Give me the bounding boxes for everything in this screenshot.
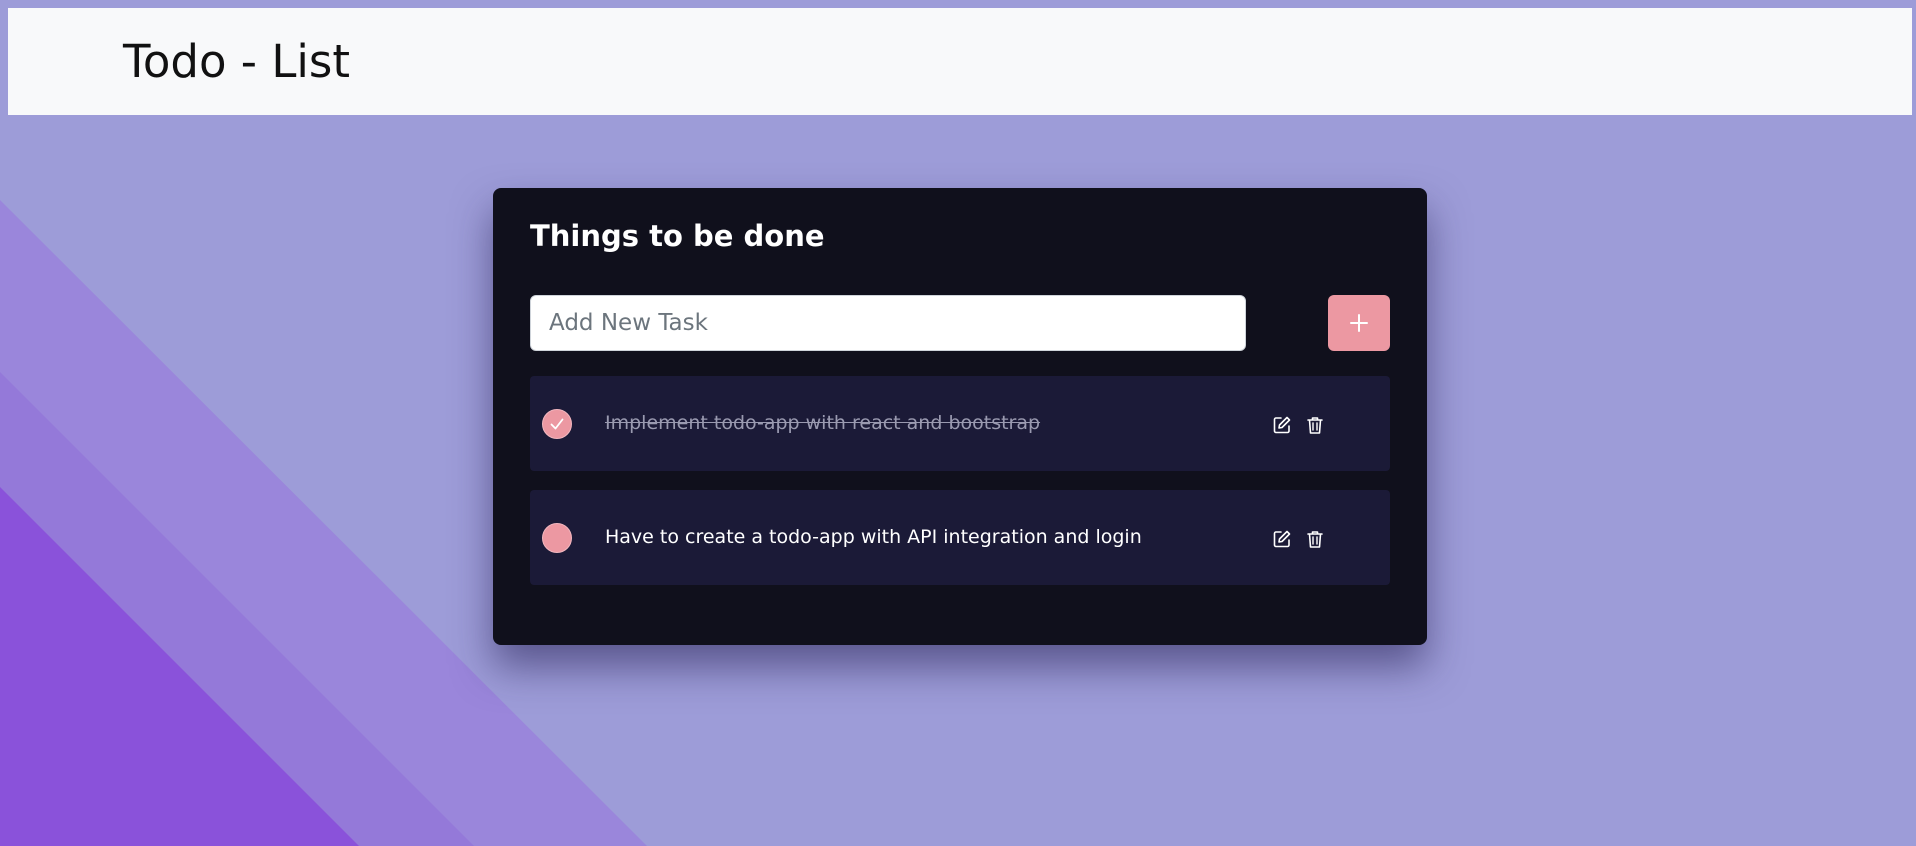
delete-task-button[interactable] xyxy=(1304,528,1326,550)
trash-icon xyxy=(1307,531,1323,548)
app-brand[interactable]: Todo - List xyxy=(123,32,350,92)
task-complete-toggle[interactable] xyxy=(542,523,572,553)
edit-task-button[interactable] xyxy=(1271,528,1293,550)
new-task-input[interactable] xyxy=(530,295,1246,351)
task-complete-toggle[interactable] xyxy=(542,409,572,439)
task-text: Implement todo-app with react and bootst… xyxy=(605,412,1041,434)
task-row-pending: Have to create a todo-app with API integ… xyxy=(530,490,1390,585)
edit-icon xyxy=(1273,530,1291,548)
todo-card: Things to be done Implement todo-app wit… xyxy=(493,188,1427,645)
check-icon xyxy=(550,418,564,430)
top-navbar: Todo - List xyxy=(8,8,1912,115)
plus-icon xyxy=(1350,314,1368,332)
task-row-completed: Implement todo-app with react and bootst… xyxy=(530,376,1390,471)
delete-task-button[interactable] xyxy=(1304,414,1326,436)
edit-task-button[interactable] xyxy=(1271,414,1293,436)
add-task-button[interactable] xyxy=(1328,295,1390,351)
card-title: Things to be done xyxy=(530,219,825,253)
trash-icon xyxy=(1307,417,1323,434)
edit-icon xyxy=(1273,416,1291,434)
task-text: Have to create a todo-app with API integ… xyxy=(605,526,1142,548)
